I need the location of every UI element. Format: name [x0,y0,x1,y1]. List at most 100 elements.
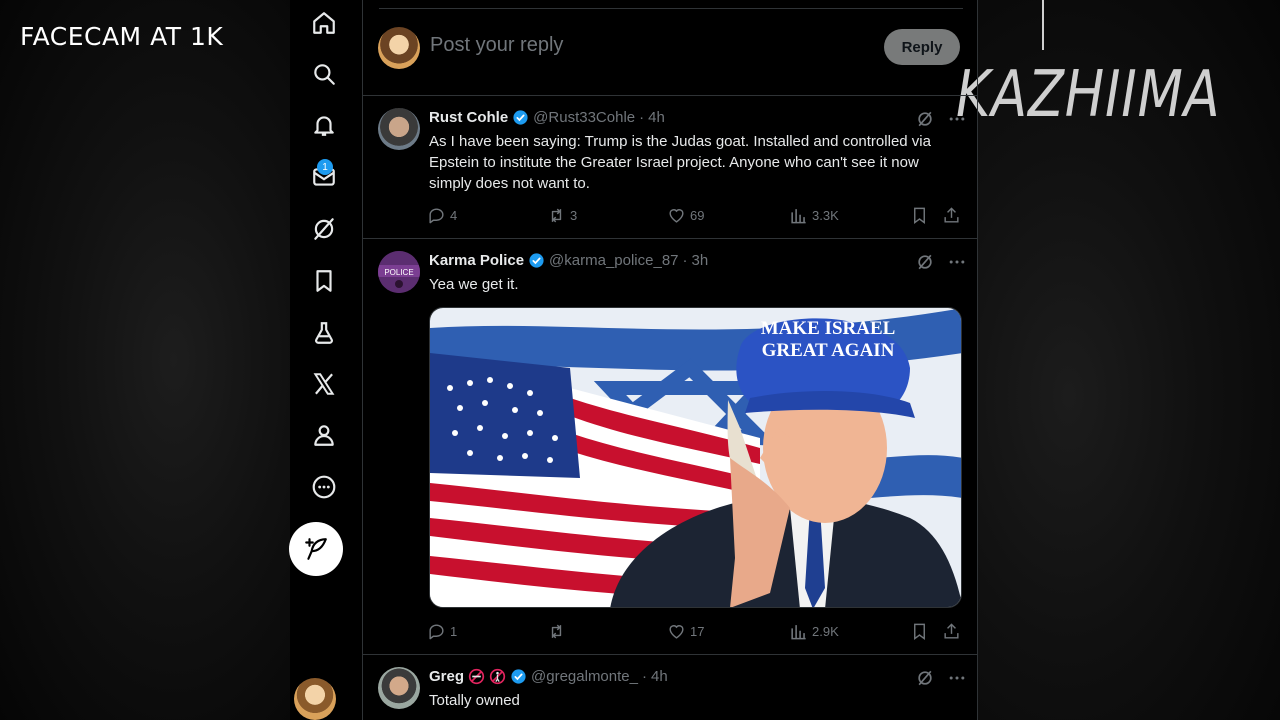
flag-portrait-image: MAKE ISRAEL GREAT AGAIN [430,308,961,607]
reply-avatar [378,27,420,69]
reply-button[interactable]: Reply [884,29,960,65]
no-smoking-emoji-icon [468,668,485,685]
tweet-text: Totally owned [429,692,520,709]
view-count: 2.9K [812,624,839,639]
brand-divider [1042,0,1044,50]
separator-dot: · [639,109,645,126]
nav-labs[interactable] [298,311,350,355]
svg-text:POLICE: POLICE [384,268,413,277]
grok-icon [314,218,334,240]
grok-icon[interactable] [915,668,935,688]
profile-icon [314,425,334,446]
author-handle[interactable]: @Rust33Cohle [533,109,635,126]
like-action[interactable]: 17 [667,622,704,641]
like-action[interactable]: 69 [667,206,704,225]
compose-button[interactable] [289,522,343,576]
views-action[interactable]: 3.3K [789,206,839,225]
repost-icon [551,208,562,223]
repost-count: 3 [570,208,578,223]
more-options-icon[interactable] [947,668,967,688]
search-icon [314,64,335,85]
nav-profile[interactable] [298,413,350,457]
sidebar-nav [290,0,362,720]
bookmark-icon [914,207,925,225]
author-name[interactable]: Greg [429,668,464,685]
bookmark-icon [914,623,925,641]
divider [379,8,963,9]
heart-icon [669,209,684,223]
home-icon [313,12,335,34]
tweet-time[interactable]: 3h [692,252,709,269]
bookmarks-icon [316,270,332,292]
divider [363,238,978,239]
analytics-icon [791,625,806,640]
avatar[interactable]: POLICE [378,251,420,293]
divider [363,95,978,96]
reply-input[interactable]: Post your reply [430,34,563,57]
avatar[interactable] [378,667,420,709]
nav-bookmarks[interactable] [298,259,350,303]
facecam-label: FACECAM AT 1K [20,22,224,51]
view-count: 3.3K [812,208,839,223]
verified-badge-icon [529,253,544,268]
account-avatar[interactable] [294,678,336,720]
bookmark-action[interactable] [910,622,929,641]
like-count: 69 [690,208,705,223]
tweet-time[interactable]: 4h [651,668,668,685]
reply-action[interactable]: 4 [427,206,457,225]
more-options-icon[interactable] [947,109,967,129]
nav-explore[interactable] [298,52,350,96]
x-logo-icon [313,373,335,395]
nav-grok[interactable] [298,207,350,251]
author-name[interactable]: Rust Cohle [429,109,508,126]
bookmark-action[interactable] [910,206,929,225]
more-icon [312,475,336,499]
nav-more[interactable] [298,465,350,509]
grok-icon[interactable] [915,109,935,129]
verified-badge-icon [513,110,528,125]
no-pedestrian-emoji-icon [489,668,506,685]
tweet-actions: 1 17 2.9K [427,622,965,642]
author-name[interactable]: Karma Police [429,252,524,269]
repost-action[interactable]: 3 [547,206,577,225]
brand-watermark: KAZHIIMA [956,58,1221,132]
reply-count: 1 [450,624,458,639]
tweet-text: As I have been saying: Trump is the Juda… [429,133,931,192]
views-action[interactable]: 2.9K [789,622,839,641]
reply-icon [429,208,444,224]
reply-count: 4 [450,208,458,223]
stream-background-left [0,0,290,720]
more-options-icon[interactable] [947,252,967,272]
nav-notifications[interactable] [298,103,350,147]
timeline-column: Post your reply Reply Rust Cohle @Rust33… [362,0,978,720]
verified-badge-icon [511,669,526,684]
grok-icon[interactable] [915,252,935,272]
author-handle[interactable]: @karma_police_87 [549,252,678,269]
repost-action[interactable] [547,622,570,641]
hat-text-line1: MAKE ISRAEL [761,318,896,339]
repost-icon [551,624,562,639]
avatar-image: POLICE [378,251,420,293]
hat-text-line2: GREAT AGAIN [762,340,895,361]
messages-badge: 1 [317,159,333,175]
reply-icon [429,624,444,640]
share-action[interactable] [942,622,961,641]
labs-icon [315,322,333,344]
nav-home[interactable] [298,1,350,45]
divider [363,654,978,655]
tweet-time[interactable]: 4h [648,109,665,126]
feather-plus-icon [305,538,327,560]
tweet-image[interactable]: MAKE ISRAEL GREAT AGAIN [429,307,962,608]
author-handle[interactable]: @gregalmonte_ [531,668,638,685]
share-icon [944,207,959,223]
like-count: 17 [690,624,705,639]
heart-icon [669,625,684,639]
nav-premium[interactable] [298,362,350,406]
avatar[interactable] [378,108,420,150]
notifications-icon [314,116,334,136]
reply-action[interactable]: 1 [427,622,457,641]
analytics-icon [791,209,806,224]
tweet-text: Yea we get it. [429,276,519,293]
share-icon [944,623,959,639]
share-action[interactable] [942,206,961,225]
